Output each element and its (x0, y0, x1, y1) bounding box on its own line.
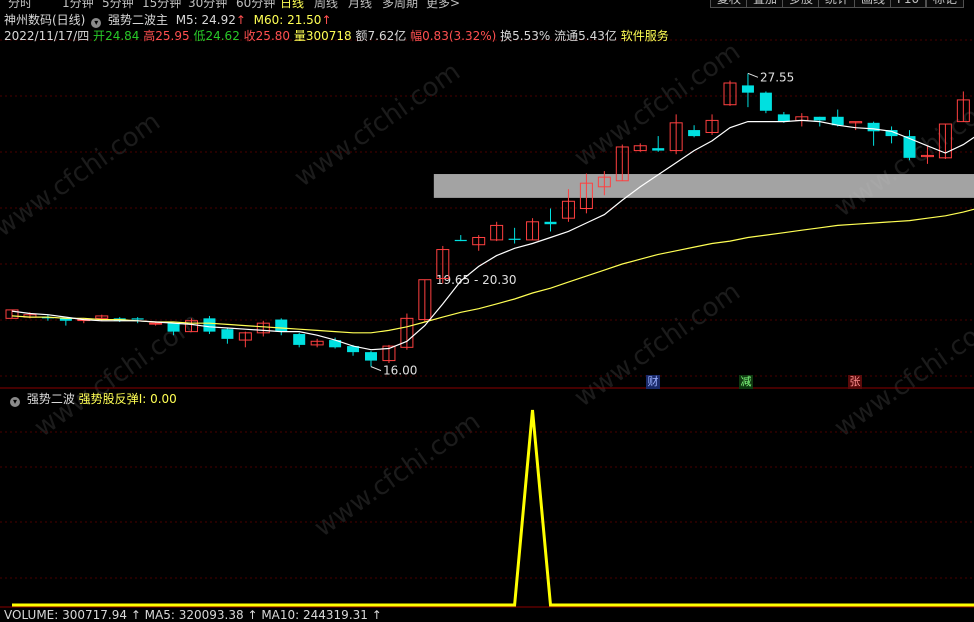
ma5-line (11, 119, 974, 351)
candle-body (759, 92, 772, 111)
close-value: 25.80 (255, 29, 291, 43)
candle-body (688, 130, 701, 137)
float-value: 5.43亿 (578, 29, 617, 43)
indicator-name[interactable]: 强势二波主 (108, 13, 168, 27)
tab-60min[interactable]: 60分钟 (236, 0, 275, 11)
candle-body (293, 334, 306, 345)
open-label: 开 (93, 29, 106, 43)
up-arrow-icon: ↑ (235, 13, 246, 27)
multi-stock-button[interactable]: 多股 (782, 0, 821, 8)
amount-label: 额 (355, 29, 368, 43)
turnover-label: 换 (500, 29, 513, 43)
high-label: 高 (143, 29, 156, 43)
support-zone-label: 19.65 - 20.30 (436, 273, 517, 287)
signal-line (12, 409, 974, 607)
candle-body (508, 238, 521, 240)
candle-body (652, 148, 665, 151)
tag-financial[interactable]: 财 (646, 375, 660, 389)
tab-15min[interactable]: 15分钟 (142, 0, 181, 11)
draw-line-button[interactable]: 画线 (854, 0, 893, 8)
high-marker (747, 72, 759, 78)
candle-body (131, 318, 144, 320)
tab-5min[interactable]: 5分钟 (102, 0, 134, 11)
candle-body (167, 323, 180, 332)
signal-value: I: 0.00 (138, 392, 177, 406)
tab-multi-period[interactable]: 多周期 (382, 0, 418, 11)
mark-button[interactable]: 标记 (926, 0, 965, 8)
ma60-value: M60: 21.50 (253, 13, 322, 27)
tab-weekly[interactable]: 周线 (314, 0, 338, 11)
low-label: 低 (193, 29, 206, 43)
candle-body (903, 136, 916, 158)
sector-name[interactable]: 软件服务 (621, 29, 669, 43)
high-price-label: 27.55 (760, 70, 794, 84)
settings-circle-icon[interactable]: ▾ (10, 397, 20, 407)
volume-line: VOLUME: 300717.94 ↑ MA5: 320093.38 ↑ MA1… (4, 608, 382, 622)
high-value: 25.95 (155, 29, 190, 43)
tag-rise[interactable]: 张 (848, 375, 862, 389)
stock-name: 神州数码(日线) (4, 13, 86, 27)
ma5-value: M5: 24.92 (175, 13, 236, 27)
low-marker (370, 366, 382, 372)
stock-header: 神州数码(日线) ▾ 强势二波主 M5: 24.92↑ M60: 21.50↑ (4, 11, 332, 28)
stats-button[interactable]: 统计 (818, 0, 857, 8)
candle-body (221, 329, 234, 339)
ma60-line (11, 208, 974, 334)
candle-body (741, 85, 754, 93)
volume-value: 300718 (305, 29, 352, 43)
quote-date: 2022/11/17/四 (4, 29, 90, 43)
candle-body (365, 352, 377, 361)
candle-body (454, 239, 467, 242)
tab-monthly[interactable]: 月线 (348, 0, 372, 11)
candle-body (544, 221, 557, 225)
sub-indicator-header: ▾ 强势二波 强势股反弹I: 0.00 (8, 390, 177, 407)
sub-indicator-name[interactable]: 强势二波 (27, 392, 75, 406)
volume-label: 量 (293, 29, 306, 43)
amount-value: 7.62亿 (367, 29, 407, 43)
candle-body (777, 114, 790, 122)
tab-30min[interactable]: 30分钟 (188, 0, 227, 11)
candle-body (813, 116, 826, 121)
support-zone-band (433, 174, 974, 198)
tag-reduce[interactable]: 减 (739, 375, 753, 389)
low-value: 24.62 (205, 29, 240, 43)
adjust-button[interactable]: 复权 (710, 0, 749, 8)
tab-1min[interactable]: 1分钟 (62, 0, 94, 11)
candle-body (275, 319, 288, 332)
tab-more[interactable]: 更多> (426, 0, 460, 11)
volume-indicator: VOLUME: 300717.94 ↑ MA5: 320093.38 ↑ MA1… (4, 608, 382, 622)
up-arrow-icon: ↑ (321, 13, 332, 27)
price-chart[interactable]: 19.65 - 20.30 27.55 16.00 (0, 0, 974, 615)
candle-body (203, 318, 216, 332)
f10-button[interactable]: F10 (890, 0, 927, 8)
quote-line: 2022/11/17/四 开24.84 高25.95 低24.62 收25.80… (4, 27, 669, 43)
overlay-button[interactable]: 叠加 (746, 0, 785, 8)
float-label: 流通 (554, 29, 579, 43)
low-price-label: 16.00 (383, 364, 417, 378)
signal-label: 强势股反弹 (78, 392, 139, 406)
close-label: 收 (243, 29, 256, 43)
period-toolbar: 分时 1分钟 5分钟 15分钟 30分钟 60分钟 日线 周线 月线 多周期 更… (0, 0, 974, 11)
open-value: 24.84 (105, 29, 140, 43)
turnover-value: 5.53% (512, 29, 551, 43)
tab-intraday[interactable]: 分时 (8, 0, 32, 11)
change-value: 0.83(3.32%) (422, 29, 497, 43)
tab-daily[interactable]: 日线 (280, 0, 304, 11)
candle-body (149, 322, 163, 325)
change-label: 幅 (410, 29, 423, 43)
